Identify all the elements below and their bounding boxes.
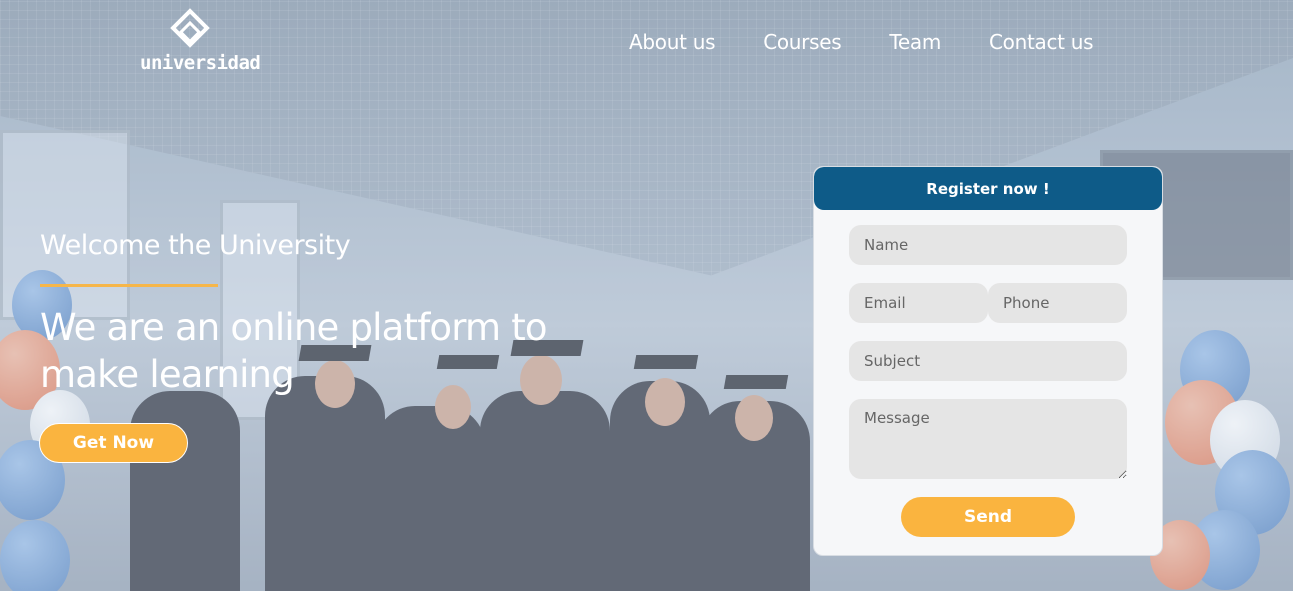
- site-logo[interactable]: universidad: [140, 8, 261, 74]
- nav-about-us[interactable]: About us: [629, 30, 715, 54]
- email-input[interactable]: [849, 283, 988, 323]
- message-textarea[interactable]: [849, 399, 1127, 479]
- nav-courses[interactable]: Courses: [763, 30, 841, 54]
- send-button[interactable]: Send: [901, 497, 1075, 537]
- welcome-underline: [40, 284, 218, 287]
- phone-input[interactable]: [988, 283, 1127, 323]
- welcome-text: Welcome the University: [40, 230, 351, 261]
- logo-text: universidad: [140, 52, 261, 74]
- nav-contact-us[interactable]: Contact us: [989, 30, 1094, 54]
- form-title: Register now !: [814, 167, 1162, 210]
- register-form: Register now ! Send: [813, 166, 1163, 556]
- nav-team[interactable]: Team: [889, 30, 941, 54]
- hero-headline: We are an online platform to make learni…: [40, 306, 548, 396]
- diamond-logo-icon: [170, 8, 210, 48]
- name-input[interactable]: [849, 225, 1127, 265]
- main-nav: About us Courses Team Contact us: [629, 30, 1141, 54]
- subject-input[interactable]: [849, 341, 1127, 381]
- get-now-button[interactable]: Get Now: [39, 423, 188, 463]
